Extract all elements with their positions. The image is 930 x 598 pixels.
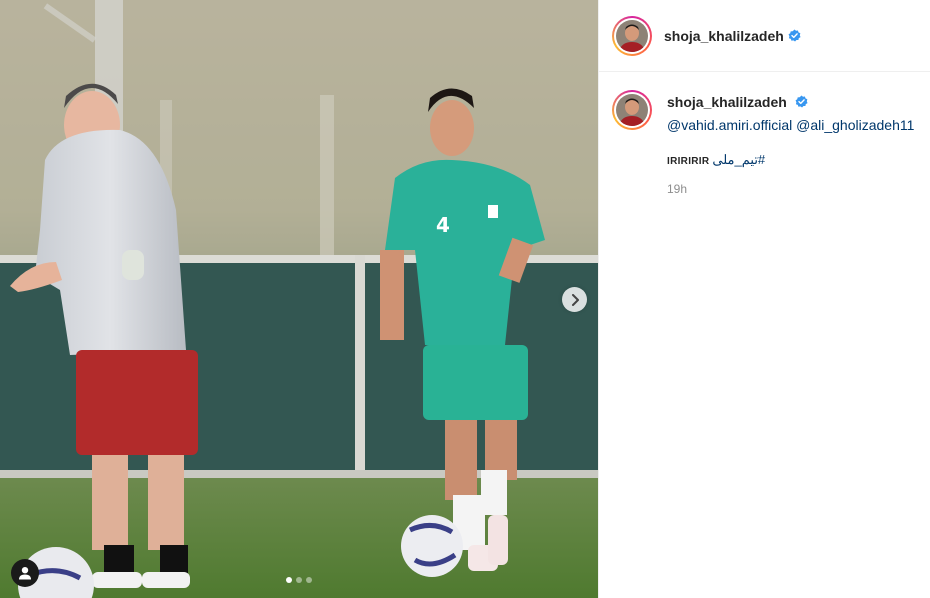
chevron-right-icon: [571, 293, 579, 306]
post-photo: 4: [0, 0, 598, 598]
next-slide-button[interactable]: [562, 287, 587, 312]
svg-text:4: 4: [436, 213, 450, 237]
caption-story-ring[interactable]: [612, 90, 652, 130]
post-media[interactable]: 4: [0, 0, 598, 598]
caption-body: shoja_khalilzadeh @vahid.amiri.official …: [667, 90, 914, 196]
header-username[interactable]: shoja_khalilzadeh: [664, 28, 784, 44]
caption-plain-text: IRIRIRIR: [667, 156, 710, 167]
avatar[interactable]: [614, 17, 650, 54]
caption-comment: shoja_khalilzadeh @vahid.amiri.official …: [599, 72, 930, 196]
post-header: shoja_khalilzadeh: [599, 0, 930, 72]
caption-text: IRIRIRIR #تیم_ملی: [667, 152, 914, 170]
caption-username[interactable]: shoja_khalilzadeh: [667, 94, 787, 110]
carousel-dot-3: [306, 577, 312, 583]
verified-badge-icon: [795, 95, 808, 108]
profile-photo: [616, 19, 648, 52]
carousel-indicator: [0, 577, 598, 583]
verified-badge-icon: [788, 29, 801, 42]
caption-profile-photo: [616, 94, 648, 126]
hashtag-link[interactable]: #تیم_ملی: [712, 152, 765, 167]
post-details-panel: shoja_khalilzadeh shoja_khalilzadeh @vah…: [598, 0, 930, 598]
mention-link[interactable]: @ali_gholizadeh11: [796, 117, 914, 133]
story-ring[interactable]: [612, 15, 652, 56]
carousel-dot-2: [296, 577, 302, 583]
caption-mentions: @vahid.amiri.official @ali_gholizadeh11: [667, 116, 914, 134]
mention-link[interactable]: @vahid.amiri.official: [667, 117, 792, 133]
carousel-dot-1: [286, 577, 292, 583]
caption-avatar[interactable]: [614, 92, 650, 128]
post-timestamp[interactable]: 19h: [667, 182, 914, 196]
